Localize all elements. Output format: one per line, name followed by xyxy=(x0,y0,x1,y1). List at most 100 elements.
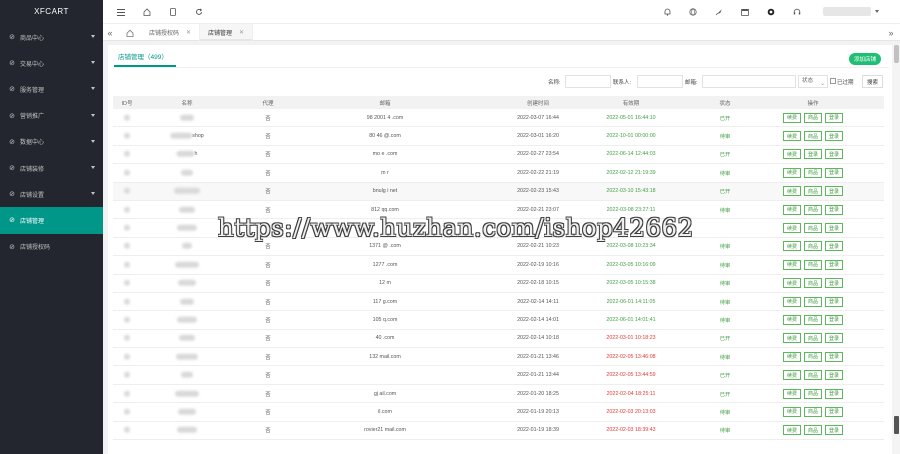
chevron-down-icon[interactable] xyxy=(875,10,879,13)
login-button[interactable]: 登录 xyxy=(825,149,843,160)
renew-button[interactable]: 续费 xyxy=(783,223,801,234)
login-button[interactable]: 登录 xyxy=(825,333,843,344)
mobile-icon[interactable] xyxy=(167,6,179,18)
renew-button[interactable]: 续费 xyxy=(783,131,801,142)
sidebar-item-6[interactable]: ⊘ 店铺设置 xyxy=(0,181,103,207)
goods-button[interactable]: 登录 xyxy=(804,149,822,160)
tab-shop-manage[interactable]: 店铺管理 ✕ xyxy=(200,24,254,41)
login-button[interactable]: 登录 xyxy=(825,314,843,325)
renew-button[interactable]: 续费 xyxy=(783,259,801,270)
table-row[interactable]: 否 gj ail.com 2022-01-20 18:25 2022-02-04 18… xyxy=(113,385,884,404)
goods-button[interactable]: 商品 xyxy=(804,259,822,270)
sidebar-item-8[interactable]: ⊘ 店铺授权码 xyxy=(0,234,103,260)
expired-checkbox[interactable] xyxy=(830,78,836,84)
add-shop-button[interactable]: 添加店铺 xyxy=(849,53,881,65)
renew-button[interactable]: 续费 xyxy=(783,425,801,436)
login-button[interactable]: 登录 xyxy=(825,204,843,215)
sidebar-item-0[interactable]: ⊘ 商品中心 xyxy=(0,24,103,50)
renew-button[interactable]: 续费 xyxy=(783,186,801,197)
renew-button[interactable]: 续费 xyxy=(783,314,801,325)
sidebar-item-3[interactable]: ⊘ 营销推广 xyxy=(0,103,103,129)
renew-button[interactable]: 续费 xyxy=(783,167,801,178)
rocket-icon[interactable] xyxy=(713,6,725,18)
table-row[interactable]: 否 rovier21 mail.com 2022-01-19 18:39 2022-0… xyxy=(113,422,884,441)
contact-input[interactable] xyxy=(637,75,683,88)
table-row[interactable]: 否 105 q.com 2022-02-14 14:01 2022-06-01 14:… xyxy=(113,311,884,330)
table-row[interactable]: 否 40 .com 2022-02-14 10:18 2022-03-01 10:18… xyxy=(113,330,884,349)
table-row[interactable]: h 否 mo e .com 2022-02-27 23:54 2022-06-14 12… xyxy=(113,146,884,165)
goods-button[interactable]: 商品 xyxy=(804,406,822,417)
table-row[interactable]: 否 12 m 2022-02-18 10:15 2022-03-05 10:15:38… xyxy=(113,275,884,293)
login-button[interactable]: 登录 xyxy=(825,112,843,123)
table-row[interactable]: 否 il.com 2022-01-19 20:13 2022-02-03 20:13… xyxy=(113,403,884,422)
login-button[interactable]: 登录 xyxy=(825,406,843,417)
login-button[interactable]: 登录 xyxy=(825,186,843,197)
login-button[interactable]: 登录 xyxy=(825,278,843,289)
brand-logo[interactable]: XFCART xyxy=(0,0,103,24)
home-tab-icon[interactable] xyxy=(123,24,137,41)
renew-button[interactable]: 续费 xyxy=(783,149,801,160)
bell-icon[interactable] xyxy=(661,6,673,18)
menu-icon[interactable] xyxy=(115,6,127,18)
goods-button[interactable]: 商品 xyxy=(804,241,822,252)
theme-icon[interactable] xyxy=(765,6,777,18)
renew-button[interactable]: 续费 xyxy=(783,351,801,362)
refresh-icon[interactable] xyxy=(193,6,205,18)
login-button[interactable]: 登录 xyxy=(825,425,843,436)
login-button[interactable]: 登录 xyxy=(825,223,843,234)
goods-button[interactable]: 商品 xyxy=(804,425,822,436)
close-icon[interactable]: ✕ xyxy=(186,29,191,36)
goods-button[interactable]: 商品 xyxy=(804,370,822,381)
tabs-prev-icon[interactable]: « xyxy=(103,24,117,41)
goods-button[interactable]: 商品 xyxy=(804,112,822,123)
renew-button[interactable]: 续费 xyxy=(783,112,801,123)
scrollbar[interactable] xyxy=(892,45,900,454)
renew-button[interactable]: 续费 xyxy=(783,370,801,381)
tab-shop-list[interactable]: 店铺管理（499） xyxy=(114,51,172,65)
sidebar-item-5[interactable]: ⊘ 店铺装修 xyxy=(0,155,103,181)
goods-button[interactable]: 商品 xyxy=(804,314,822,325)
login-button[interactable]: 登录 xyxy=(825,296,843,307)
goods-button[interactable]: 商品 xyxy=(804,388,822,399)
name-input[interactable] xyxy=(565,75,611,88)
table-row[interactable]: 否 m r 2022-02-22 21:19 2022-02-12 21:19:39 待… xyxy=(113,164,884,183)
goods-button[interactable]: 商品 xyxy=(804,333,822,344)
table-row[interactable]: 否 117 g.com 2022-02-14 14:11 2022-06-01 14:… xyxy=(113,293,884,312)
login-button[interactable]: 登录 xyxy=(825,167,843,178)
goods-button[interactable]: 商品 xyxy=(804,296,822,307)
globe-icon[interactable] xyxy=(687,6,699,18)
headset-icon[interactable] xyxy=(791,6,803,18)
tabs-next-icon[interactable]: » xyxy=(884,24,898,41)
close-icon[interactable]: ✕ xyxy=(239,29,244,36)
user-name[interactable] xyxy=(823,7,871,16)
goods-button[interactable]: 商品 xyxy=(804,351,822,362)
sidebar-item-2[interactable]: ⊘ 服务管理 xyxy=(0,76,103,102)
goods-button[interactable]: 商品 xyxy=(804,167,822,178)
calendar-icon[interactable] xyxy=(739,6,751,18)
renew-button[interactable]: 续费 xyxy=(783,241,801,252)
renew-button[interactable]: 续费 xyxy=(783,296,801,307)
email-input[interactable] xyxy=(702,75,796,88)
goods-button[interactable]: 商品 xyxy=(804,186,822,197)
sidebar-item-4[interactable]: ⊘ 数据中心 xyxy=(0,129,103,155)
login-button[interactable]: 登录 xyxy=(825,131,843,142)
renew-button[interactable]: 续费 xyxy=(783,333,801,344)
login-button[interactable]: 登录 xyxy=(825,241,843,252)
table-row[interactable]: 否 98 2001 4 .com 2022-03-07 16:44 2022-05-0… xyxy=(113,109,884,128)
table-row[interactable]: 否 1277 .com 2022-02-19 10:16 2022-03-05 10:… xyxy=(113,256,884,275)
table-row[interactable]: 否 bnulg i net 2022-02-23 15:43 2022-03-10 1… xyxy=(113,182,884,201)
goods-button[interactable]: 商品 xyxy=(804,278,822,289)
home-icon[interactable] xyxy=(141,6,153,18)
goods-button[interactable]: 商品 xyxy=(804,204,822,215)
goods-button[interactable]: 商品 xyxy=(804,223,822,234)
login-button[interactable]: 登录 xyxy=(825,388,843,399)
scrollbar-thumb[interactable] xyxy=(893,45,899,63)
sidebar-item-1[interactable]: ⊘ 交易中心 xyxy=(0,50,103,76)
search-button[interactable]: 搜索 xyxy=(862,75,883,88)
renew-button[interactable]: 续费 xyxy=(783,204,801,215)
scrollbar-bottom-thumb[interactable] xyxy=(893,416,899,434)
login-button[interactable]: 登录 xyxy=(825,370,843,381)
status-select[interactable]: 状态 ⌄ xyxy=(798,75,828,88)
renew-button[interactable]: 续费 xyxy=(783,388,801,399)
login-button[interactable]: 登录 xyxy=(825,259,843,270)
